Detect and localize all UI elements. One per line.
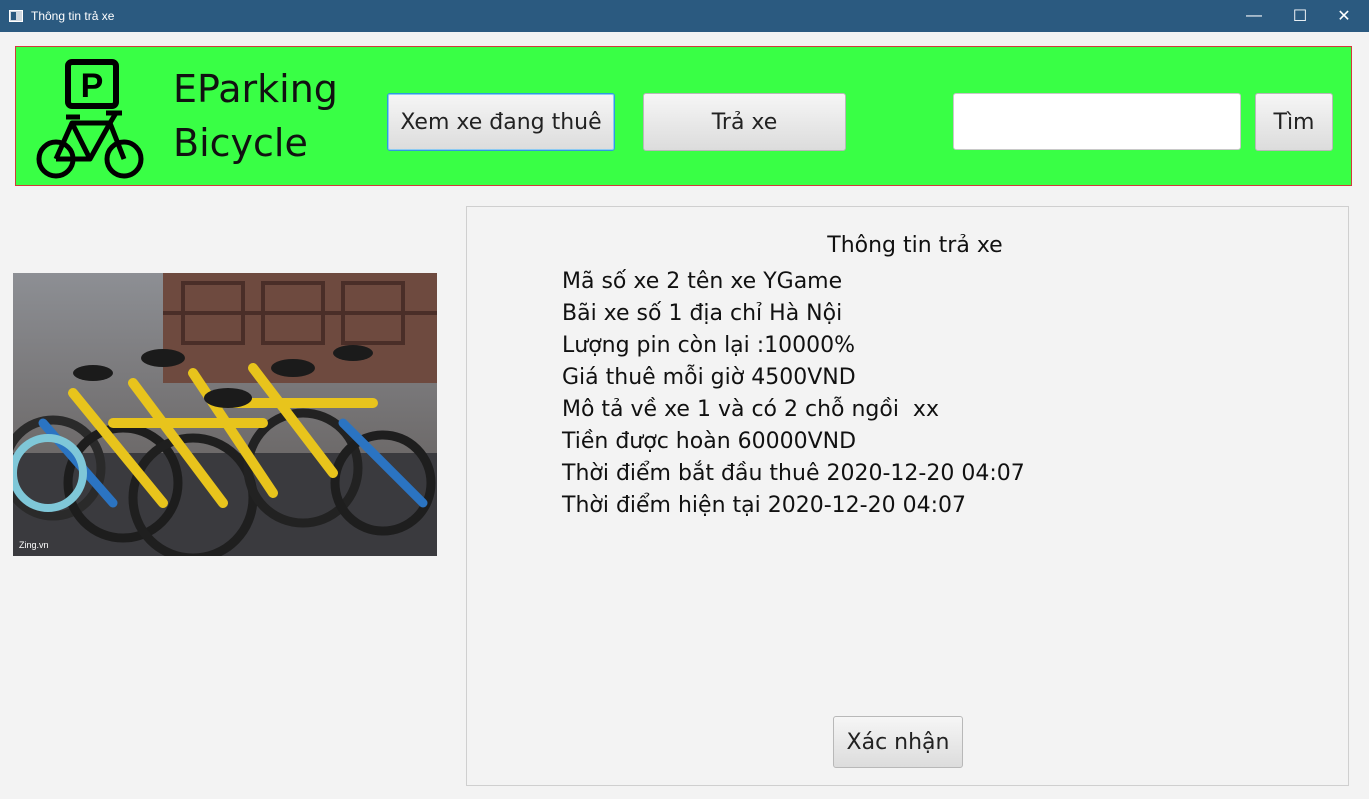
return-info-list: Mã số xe 2 tên xe YGame Bãi xe số 1 địa … — [562, 266, 1025, 522]
parking-bicycle-icon: P — [36, 59, 144, 179]
logo-letter: P — [81, 67, 104, 105]
info-start-time: Thời điểm bắt đầu thuê 2020-12-20 04:07 — [562, 461, 1025, 486]
panel-title: Thông tin trả xe — [827, 233, 1003, 258]
info-hourly-price: Giá thuê mỗi giờ 4500VND — [562, 365, 856, 390]
view-rented-bike-button[interactable]: Xem xe đang thuê — [387, 93, 615, 151]
close-button[interactable]: ✕ — [1321, 0, 1367, 32]
brand-line-2: Bicycle — [173, 121, 308, 165]
bicycle-photo: Zing.vn — [13, 273, 437, 556]
window-app-icon — [9, 10, 23, 22]
brand-name: EParking Bicycle — [173, 62, 338, 170]
info-refund: Tiền được hoàn 60000VND — [562, 429, 857, 454]
photo-watermark: Zing.vn — [19, 540, 49, 550]
title-bar: Thông tin trả xe — ☐ ✕ — [0, 0, 1369, 32]
maximize-button[interactable]: ☐ — [1277, 0, 1323, 32]
search-input[interactable] — [953, 93, 1241, 150]
confirm-button[interactable]: Xác nhận — [833, 716, 963, 768]
window-title: Thông tin trả xe — [31, 9, 115, 23]
info-battery: Lượng pin còn lại :10000% — [562, 333, 856, 358]
header-bar: P EParking Bicycle Xem xe đang thuê Trả … — [15, 46, 1352, 186]
brand-line-1: EParking — [173, 67, 338, 111]
minimize-button[interactable]: — — [1231, 0, 1277, 32]
info-bike-code: Mã số xe 2 tên xe YGame — [562, 269, 843, 294]
return-bike-button[interactable]: Trả xe — [643, 93, 846, 151]
return-info-panel: Thông tin trả xe Mã số xe 2 tên xe YGame… — [466, 206, 1349, 786]
info-description: Mô tả về xe 1 và có 2 chỗ ngồi xx — [562, 397, 939, 422]
info-parking-lot: Bãi xe số 1 địa chỉ Hà Nội — [562, 301, 843, 326]
search-button[interactable]: Tìm — [1255, 93, 1333, 151]
info-current-time: Thời điểm hiện tại 2020-12-20 04:07 — [562, 493, 966, 518]
